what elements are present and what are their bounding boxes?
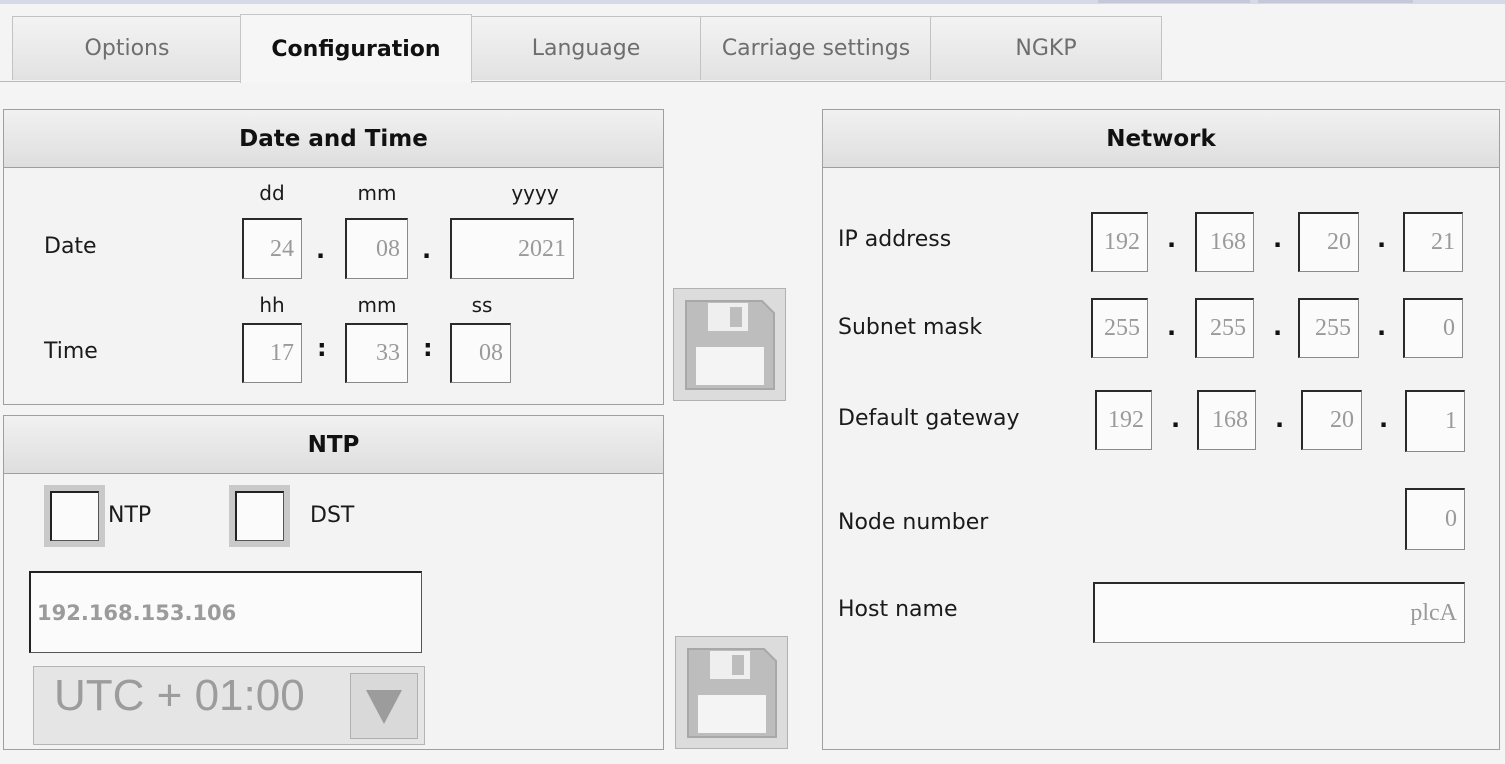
- ip-separator: .: [1377, 225, 1387, 253]
- ntp-header: NTP: [4, 416, 663, 474]
- save-ntp-button[interactable]: [675, 636, 788, 749]
- gateway-separator: .: [1379, 405, 1389, 433]
- tab-configuration[interactable]: Configuration: [240, 14, 472, 83]
- month-column-label: mm: [357, 181, 397, 205]
- network-header: Network: [823, 110, 1499, 168]
- minute-field[interactable]: 33: [345, 323, 408, 383]
- node-number-label: Node number: [838, 510, 989, 535]
- subnet-octet-3-field[interactable]: 255: [1298, 298, 1359, 358]
- dst-checkbox-box[interactable]: [235, 491, 284, 541]
- subnet-octet-4-field[interactable]: 0: [1403, 298, 1463, 358]
- gateway-octet-2-field[interactable]: 168: [1197, 390, 1256, 450]
- date-separator: .: [316, 236, 326, 264]
- network-panel: Network IP address 192 . 168 . 20 . 21 S…: [822, 109, 1500, 750]
- subnet-octet-1-field[interactable]: 255: [1091, 298, 1148, 358]
- top-strip-segment: [1258, 0, 1413, 3]
- subnet-mask-label: Subnet mask: [838, 315, 983, 340]
- date-time-panel: Date and Time dd mm yyyy Date 24 . 08 . …: [3, 109, 664, 405]
- timezone-dropdown[interactable]: UTC + 01:00: [33, 666, 425, 745]
- ntp-checkbox-label: NTP: [108, 503, 152, 528]
- timezone-value: UTC + 01:00: [54, 671, 305, 720]
- ntp-server-field[interactable]: 192.168.153.106: [29, 571, 422, 653]
- top-strip-segment: [1098, 0, 1250, 3]
- subnet-separator: .: [1167, 313, 1177, 341]
- ip-address-label: IP address: [838, 227, 952, 252]
- day-column-label: dd: [259, 181, 285, 205]
- gateway-separator: .: [1275, 405, 1285, 433]
- month-field[interactable]: 08: [345, 218, 408, 279]
- ip-octet-4-field[interactable]: 21: [1403, 212, 1463, 272]
- host-name-field[interactable]: plcA: [1093, 582, 1465, 643]
- hour-column-label: hh: [259, 293, 285, 317]
- time-label: Time: [44, 339, 98, 364]
- window-top-strip: [0, 0, 1505, 4]
- date-label: Date: [44, 234, 97, 259]
- ip-octet-2-field[interactable]: 168: [1195, 212, 1254, 272]
- hour-field[interactable]: 17: [242, 323, 302, 383]
- save-date-time-button[interactable]: [673, 288, 786, 401]
- subnet-octet-2-field[interactable]: 255: [1195, 298, 1254, 358]
- gateway-octet-3-field[interactable]: 20: [1301, 390, 1362, 450]
- ntp-checkbox-box[interactable]: [50, 491, 99, 541]
- ntp-checkbox[interactable]: [44, 485, 105, 547]
- second-field[interactable]: 08: [450, 323, 511, 383]
- node-number-field[interactable]: 0: [1405, 488, 1465, 550]
- time-separator: :: [317, 334, 327, 362]
- tab-carriage-settings[interactable]: Carriage settings: [700, 16, 932, 80]
- ip-separator: .: [1167, 225, 1177, 253]
- tab-options[interactable]: Options: [12, 16, 242, 80]
- second-column-label: ss: [471, 293, 493, 317]
- tab-language[interactable]: Language: [470, 16, 702, 80]
- gateway-octet-4-field[interactable]: 1: [1405, 390, 1465, 452]
- year-column-label: yyyy: [511, 181, 559, 205]
- subnet-separator: .: [1377, 313, 1387, 341]
- floppy-disk-icon: [687, 648, 777, 738]
- host-name-label: Host name: [838, 597, 958, 622]
- time-separator: :: [423, 334, 433, 362]
- tab-ngkp[interactable]: NGKP: [930, 16, 1162, 80]
- default-gateway-label: Default gateway: [838, 406, 1020, 431]
- gateway-octet-1-field[interactable]: 192: [1095, 390, 1152, 450]
- ip-octet-3-field[interactable]: 20: [1298, 212, 1359, 272]
- dst-checkbox-label: DST: [310, 503, 355, 528]
- floppy-disk-icon: [685, 300, 775, 390]
- gateway-separator: .: [1171, 405, 1181, 433]
- date-separator: .: [422, 236, 432, 264]
- day-field[interactable]: 24: [242, 218, 302, 279]
- year-field[interactable]: 2021: [450, 218, 574, 279]
- tab-bar-baseline: [0, 81, 1505, 82]
- minute-column-label: mm: [357, 293, 397, 317]
- dst-checkbox[interactable]: [229, 485, 290, 547]
- ip-octet-1-field[interactable]: 192: [1091, 212, 1148, 272]
- dropdown-arrow-button[interactable]: [350, 673, 418, 739]
- ip-separator: .: [1273, 225, 1283, 253]
- triangle-down-icon: [366, 690, 402, 724]
- ntp-panel: NTP NTP DST 192.168.153.106 UTC + 01:00: [3, 415, 664, 750]
- subnet-separator: .: [1273, 313, 1283, 341]
- date-time-header: Date and Time: [4, 110, 663, 168]
